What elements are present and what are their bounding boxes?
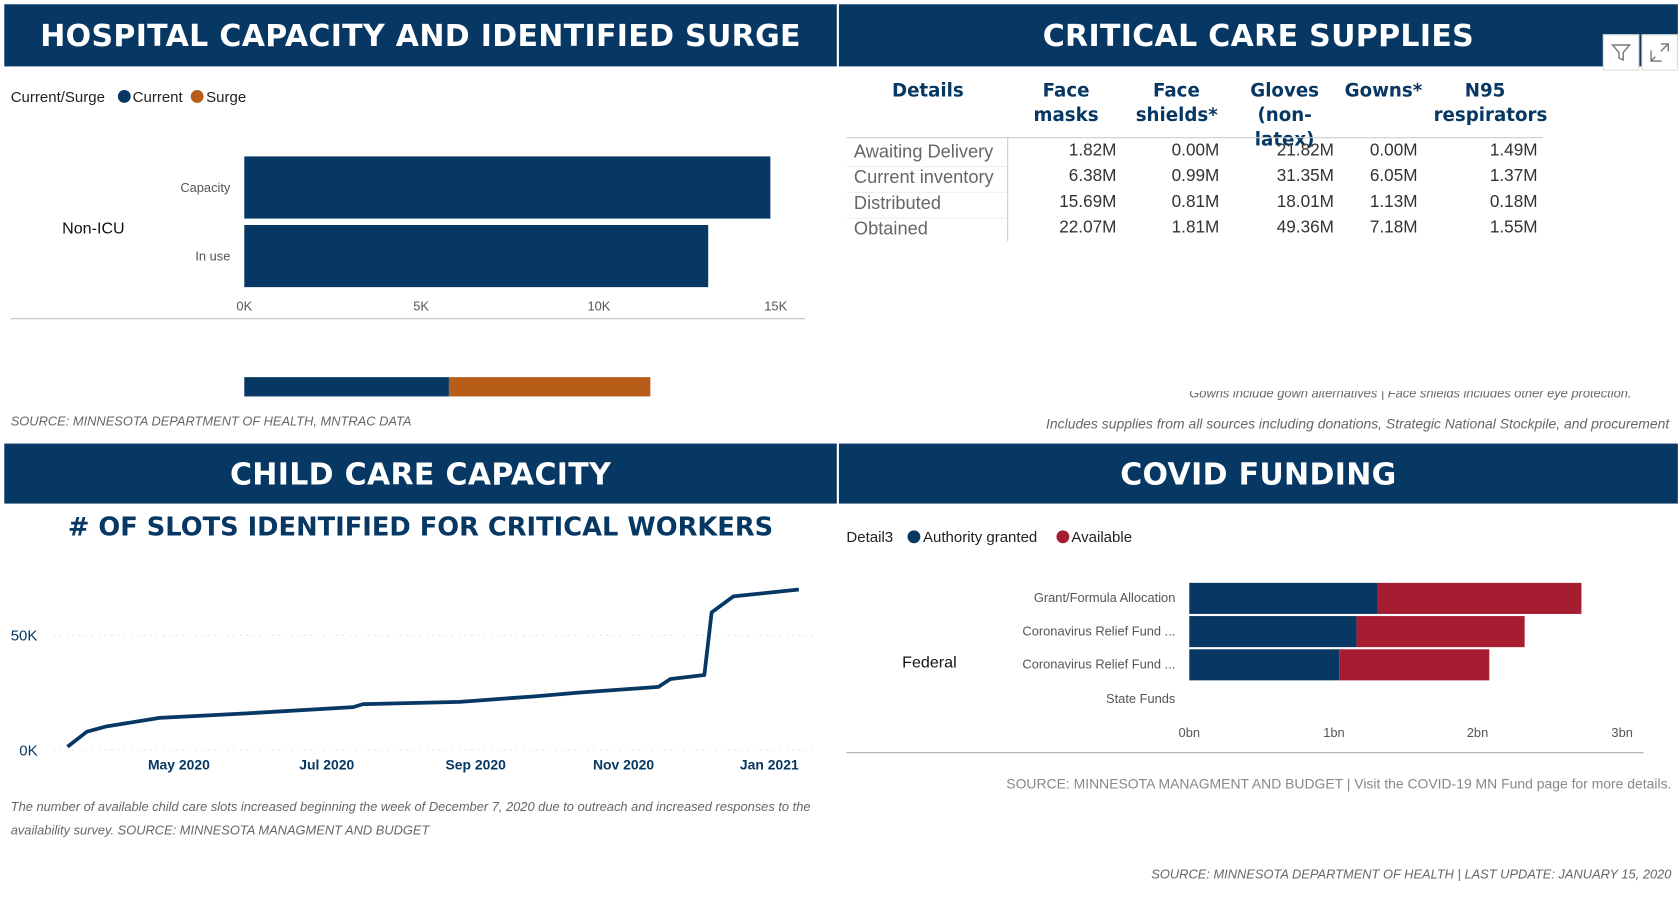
table-cell: 31.35M <box>1276 167 1334 186</box>
col-face-shields[interactable]: Face shields* <box>1136 79 1218 128</box>
x-tick: 0bn <box>1178 725 1201 741</box>
x-tick: 1bn <box>1323 725 1345 741</box>
table-cell: 0.81M <box>1171 192 1220 212</box>
table-cell: 1.37M <box>1489 167 1538 186</box>
bar-available[interactable] <box>1339 649 1490 681</box>
table-cell: 7.18M <box>1369 218 1418 237</box>
table-cell: 15.69M <box>1059 192 1117 212</box>
hospital-source: SOURCE: MINNESOTA DEPARTMENT OF HEALTH, … <box>10 413 412 429</box>
x-tick: Jul 2020 <box>299 756 355 773</box>
current-strip <box>244 377 449 397</box>
divider <box>10 318 805 320</box>
table-cell: 1.49M <box>1489 141 1538 160</box>
focus-mode-icon[interactable] <box>1641 34 1678 71</box>
footer-source: SOURCE: MINNESOTA DEPARTMENT OF HEALTH |… <box>1151 866 1672 882</box>
table-cell: 0.00M <box>1369 141 1418 160</box>
funding-title: COVID FUNDING <box>838 443 1678 504</box>
col-gowns[interactable]: Gowns* <box>1345 79 1423 104</box>
y-tick-50k: 50K <box>10 626 38 644</box>
funding-legend: Detail3 Authority granted Available <box>846 528 1132 545</box>
legend-authority-granted[interactable]: Authority granted <box>923 528 1037 545</box>
table-cell: 1.82M <box>1068 141 1117 160</box>
table-cell: Obtained <box>853 218 928 239</box>
bar-authority-granted[interactable] <box>1189 616 1357 648</box>
col-face-masks[interactable]: Face masks <box>1013 79 1120 128</box>
table-cell: 21.82M <box>1276 141 1334 160</box>
table-cell: 1.13M <box>1369 192 1418 212</box>
x-tick: 10K <box>587 298 611 314</box>
chart-title: # OF SLOTS IDENTIFIED FOR CRITICAL WORKE… <box>67 512 774 543</box>
table-cell: 0.18M <box>1489 192 1538 212</box>
bar-authority-granted[interactable] <box>1189 649 1340 681</box>
category-label: Grant/Formula Allocation <box>1033 590 1176 606</box>
col-details[interactable]: Details <box>879 79 978 104</box>
x-tick: Sep 2020 <box>445 756 506 773</box>
x-tick: 15K <box>764 298 788 314</box>
legend-dot-available <box>1056 530 1070 544</box>
funding-source: SOURCE: MINNESOTA MANAGMENT AND BUDGET |… <box>1006 775 1672 792</box>
bar-authority-granted[interactable] <box>1189 582 1379 614</box>
col-n95[interactable]: N95 respirators <box>1434 79 1548 128</box>
supplies-footnote: Gowns include gown alternatives | Face s… <box>1189 391 1631 401</box>
table-cell: Distributed <box>853 192 942 214</box>
group-label-federal: Federal <box>902 653 957 672</box>
table-cell: 1.81M <box>1171 218 1220 237</box>
y-tick-0k: 0K <box>19 741 38 759</box>
legend-available[interactable]: Available <box>1071 528 1132 545</box>
table-cell: 1.55M <box>1489 218 1538 237</box>
table-cell: 22.07M <box>1059 218 1117 237</box>
supplies-title: CRITICAL CARE SUPPLIES <box>838 4 1678 67</box>
bar-available[interactable] <box>1378 582 1582 614</box>
bar-available[interactable] <box>1356 616 1525 648</box>
table-cell: 0.00M <box>1171 141 1220 160</box>
slots-line[interactable] <box>66 587 800 749</box>
table-cell: 49.36M <box>1276 218 1334 237</box>
x-tick: 3bn <box>1611 725 1633 741</box>
category-label: Coronavirus Relief Fund ... <box>1022 656 1176 672</box>
childcare-caption: The number of available child care slots… <box>10 799 811 838</box>
category-label: State Funds <box>1106 691 1176 707</box>
table-cell: 6.05M <box>1369 167 1418 186</box>
x-tick: 0K <box>236 298 253 314</box>
legend-dot-authority <box>908 530 921 544</box>
table-cell: 6.38M <box>1068 167 1117 186</box>
surge-strip <box>448 377 651 397</box>
divider <box>846 752 1644 754</box>
childcare-line-chart <box>53 587 815 751</box>
legend-title: Detail3 <box>846 528 894 546</box>
x-tick: 5K <box>413 298 429 314</box>
footnote-text: Gowns include gown alternatives | Face s… <box>1189 391 1632 401</box>
table-cell: Awaiting Delivery <box>853 141 994 162</box>
x-tick: May 2020 <box>147 756 210 773</box>
childcare-title: CHILD CARE CAPACITY <box>4 443 837 504</box>
supplies-note: Includes supplies from all sources inclu… <box>1046 415 1670 432</box>
table-cell: 18.01M <box>1276 192 1334 212</box>
x-tick: Jan 2021 <box>739 756 799 773</box>
x-tick: 2bn <box>1466 725 1489 741</box>
table-header-line <box>846 137 1543 139</box>
table-cell: Current inventory <box>853 167 994 188</box>
category-label: Coronavirus Relief Fund ... <box>1022 623 1176 639</box>
table-col-divider <box>1007 137 1009 242</box>
x-tick: Nov 2020 <box>592 756 655 773</box>
filter-icon[interactable] <box>1602 34 1640 71</box>
table-cell: 0.99M <box>1171 167 1220 186</box>
